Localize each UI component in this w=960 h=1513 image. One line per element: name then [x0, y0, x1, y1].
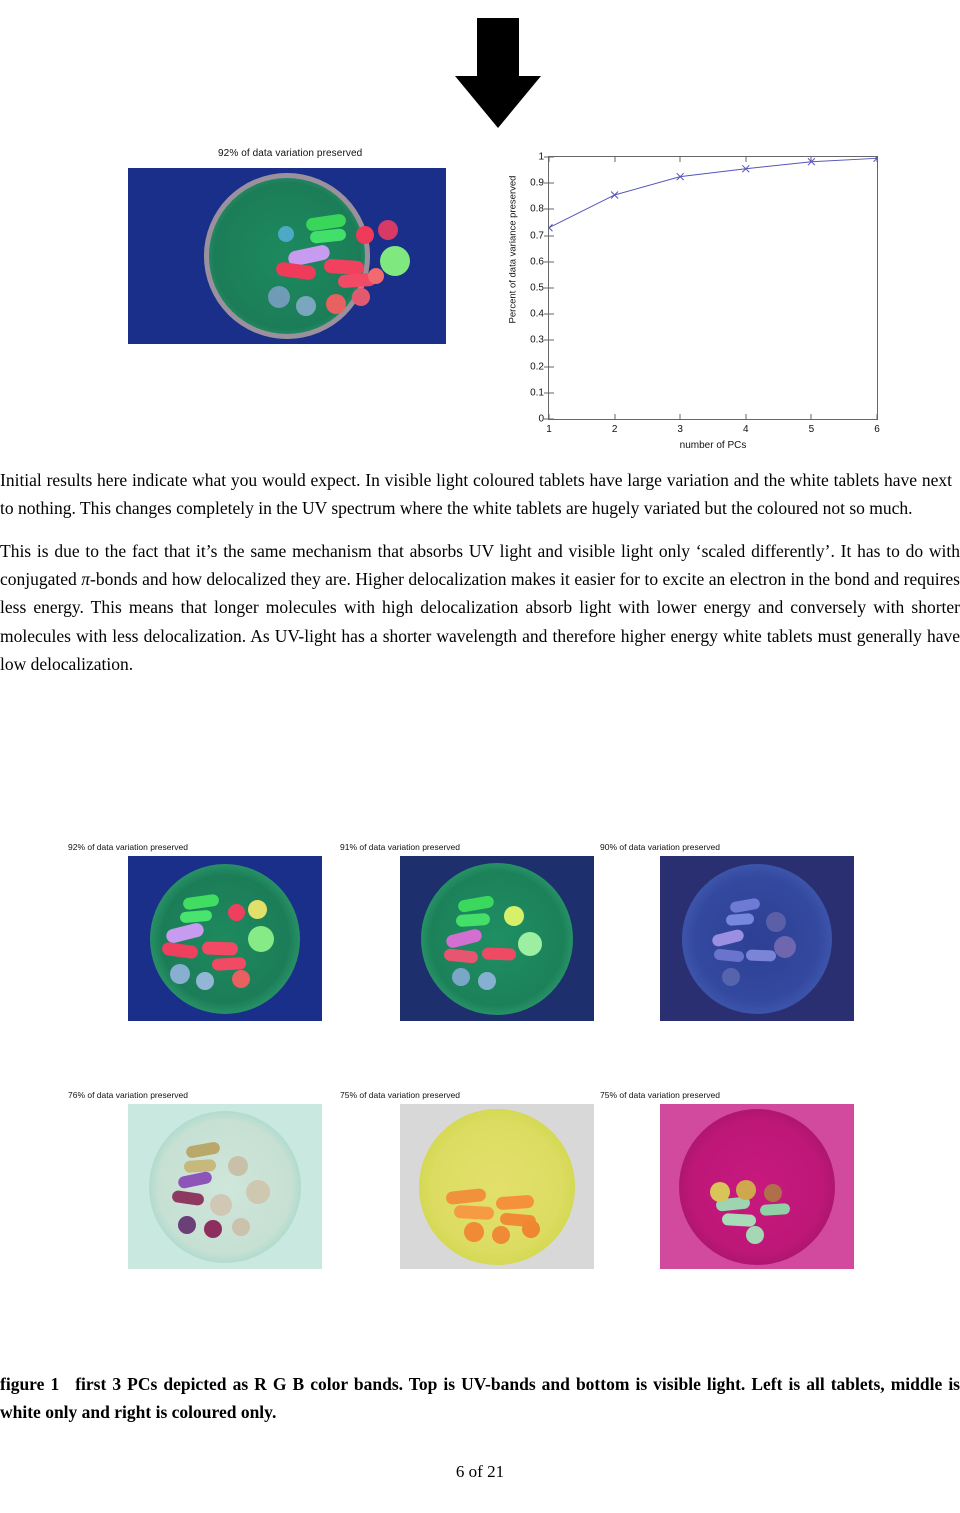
figure-caption: figure 1 first 3 PCs depicted as R G B co…	[0, 1370, 960, 1426]
tablet	[492, 1226, 510, 1244]
paragraph-1: Initial results here indicate what you w…	[0, 470, 952, 519]
y-tick-label: 0.1	[530, 387, 544, 399]
tablet	[183, 1158, 217, 1174]
arrow-shaft	[477, 18, 519, 78]
tablet	[725, 913, 755, 926]
tablet	[721, 1213, 757, 1227]
tablet	[710, 1182, 730, 1202]
tablet	[278, 226, 294, 242]
x-tick-label: 1	[546, 424, 552, 435]
y-tick-label: 0.3	[530, 334, 544, 346]
chart-series-line	[549, 157, 877, 232]
paragraph-2: This is due to the fact that it’s the sa…	[0, 537, 960, 679]
tablet	[232, 1218, 250, 1236]
tablet	[746, 1226, 764, 1244]
y-tick-label: 0.6	[530, 256, 544, 268]
chart-y-axis-label: Percent of data variance preserved	[507, 175, 519, 324]
figure-image	[400, 1104, 594, 1269]
tablet	[455, 912, 491, 928]
figure-image	[400, 856, 594, 1021]
tablet	[764, 1184, 782, 1202]
tablet	[170, 964, 190, 984]
figure-cell-caption: 92% of data variation preserved	[67, 842, 189, 852]
tablet	[481, 947, 517, 961]
x-tick-label: 4	[743, 424, 749, 435]
tablet	[248, 900, 267, 919]
figure-image	[128, 1104, 322, 1269]
chart-x-axis-label: number of PCs	[679, 440, 747, 451]
tablet	[522, 1220, 540, 1238]
tablet	[759, 1202, 791, 1217]
tablet	[248, 926, 274, 952]
body-text: Initial results here indicate what you w…	[0, 466, 960, 692]
tablet	[178, 1216, 196, 1234]
x-tick-label: 6	[874, 424, 880, 435]
figure-cell-caption: 75% of data variation preserved	[339, 1090, 461, 1100]
tablet	[380, 246, 410, 276]
tablet	[296, 296, 316, 316]
petri-plate	[149, 1110, 301, 1263]
tablet	[453, 1204, 495, 1221]
petri-plate	[421, 862, 573, 1015]
variance-chart: Percent of data variance preserved 1 0.9…	[500, 148, 900, 452]
top-figure-caption: 92% of data variation preserved	[218, 148, 363, 159]
x-tick-label: 2	[611, 424, 618, 435]
tablet	[210, 1194, 232, 1216]
figure-cell-caption: 76% of data variation preserved	[67, 1090, 189, 1100]
down-arrow-icon	[455, 18, 545, 128]
arrow-head	[455, 76, 541, 128]
tablet	[211, 957, 247, 971]
tablet	[196, 972, 214, 990]
petri-plate	[204, 173, 370, 339]
figure-image	[128, 856, 322, 1021]
tablet	[722, 968, 740, 986]
top-figure: 92% of data variation preserved Percent …	[0, 138, 960, 458]
tablet	[495, 1194, 535, 1211]
tablet	[201, 941, 239, 956]
tablet	[246, 1180, 270, 1204]
y-tick-label: 0.4	[530, 308, 544, 320]
tablet	[326, 294, 346, 314]
x-tick-label: 3	[677, 424, 683, 435]
tablet	[352, 288, 370, 306]
tablet	[356, 226, 374, 244]
figure-cell-caption: 90% of data variation preserved	[599, 842, 721, 852]
tablet	[736, 1180, 756, 1200]
tablet	[452, 968, 470, 986]
y-tick-label: 0.5	[530, 282, 544, 294]
tablet	[518, 932, 542, 956]
y-tick-label: 0.8	[530, 203, 544, 215]
tablet	[368, 268, 384, 284]
tablet	[478, 972, 496, 990]
figure-image	[660, 1104, 854, 1269]
figure-caption-label: figure 1	[0, 1374, 60, 1394]
y-tick-label: 0.9	[530, 177, 544, 189]
tablet	[745, 949, 777, 962]
tablet	[378, 220, 398, 240]
tablet	[504, 906, 524, 926]
pi-symbol: π	[81, 569, 91, 590]
tablet	[232, 970, 250, 988]
figure-image	[660, 856, 854, 1021]
figure-grid: 92% of data variation preserved 91% of d…	[0, 842, 960, 1312]
tablet	[464, 1222, 484, 1242]
tablet	[766, 912, 786, 932]
y-tick-label: 0.7	[530, 230, 544, 242]
x-tick-label: 5	[808, 424, 815, 435]
tablet	[228, 904, 245, 921]
figure-cell-caption: 91% of data variation preserved	[339, 842, 461, 852]
petri-dish-uv-image	[128, 168, 446, 344]
petri-plate	[682, 863, 832, 1014]
chart-plot-area: 1 0.9 0.8 0.7 0.6 0.5 0.4 0.3 0.2 0.1 0 …	[530, 152, 880, 436]
figure-cell-caption: 75% of data variation preserved	[599, 1090, 721, 1100]
tablet	[204, 1220, 222, 1238]
tablet	[228, 1156, 248, 1176]
paragraph-2-part2: -bonds and how delocalized they are. Hig…	[0, 569, 960, 675]
tablet	[268, 286, 290, 308]
page-footer: 6 of 21	[455, 1462, 505, 1481]
figure-caption-text: first 3 PCs depicted as R G B color band…	[0, 1374, 960, 1422]
y-tick-label: 0.2	[530, 361, 544, 373]
tablet	[774, 936, 796, 958]
